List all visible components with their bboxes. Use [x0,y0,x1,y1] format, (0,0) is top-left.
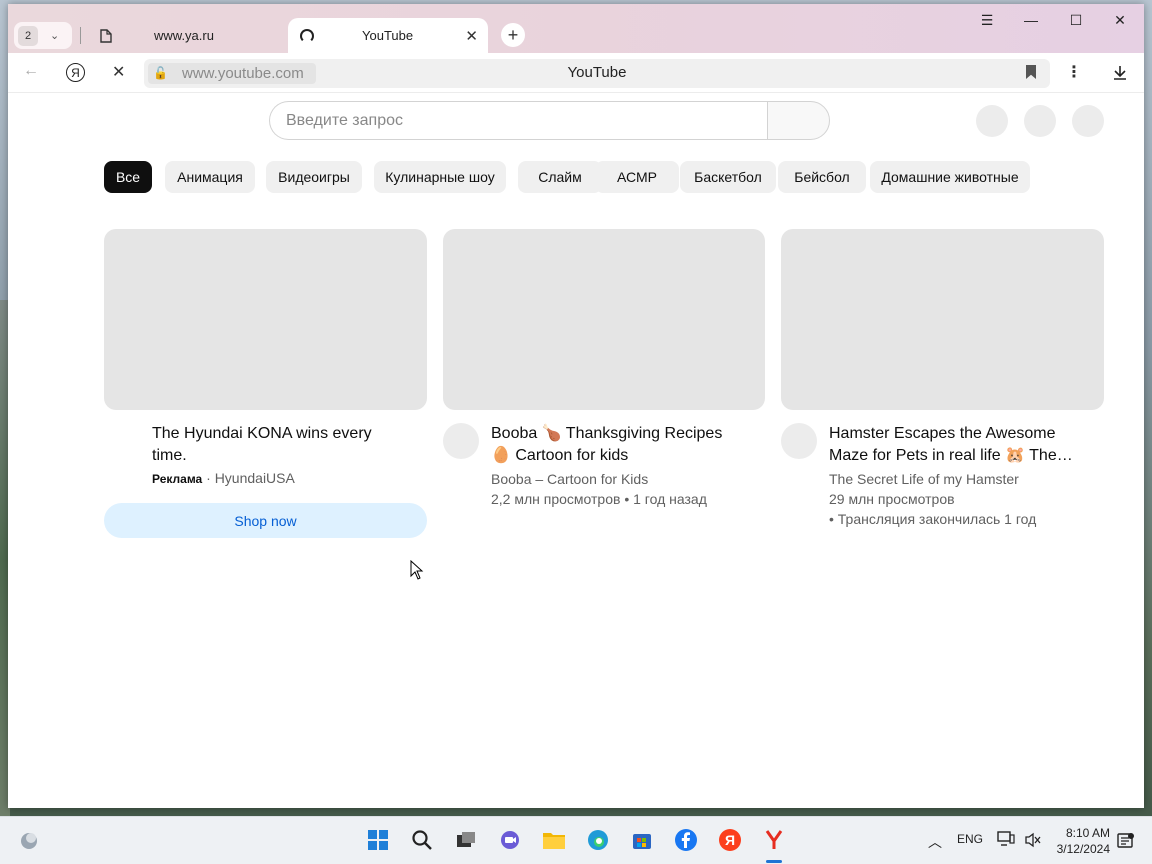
chip-cooking[interactable]: Кулинарные шоу [374,161,506,193]
tab-strip: 2 ⌄ www.ya.ru YouTube ✕ + ☰ — ☐ ✕ [8,4,1144,53]
video-title[interactable]: Hamster Escapes the Awesome Maze for Pet… [829,423,1073,467]
chip-asmr[interactable]: АСМР [595,161,679,193]
edge-icon[interactable] [585,827,611,853]
chevron-up-icon[interactable]: ︿ [928,832,942,852]
language-indicator[interactable]: ENG [957,832,983,846]
tab-label: YouTube [362,28,414,43]
youtube-page: Все Анимация Видеоигры Кулинарные шоу Сл… [8,94,1144,808]
address-bar[interactable]: 🔓 www.youtube.com YouTube [144,59,1050,88]
channel-avatar[interactable] [443,423,479,459]
taskbar: Я ︿ ENG 8:10 AM 3/12/2024 [0,816,1152,864]
chip-videogames[interactable]: Видеоигры [266,161,362,193]
search-box [269,101,769,140]
notifications-icon[interactable] [1117,832,1135,850]
weather-icon[interactable] [16,827,42,853]
video-stats-live: • Трансляция закончилась 1 год [829,511,1037,527]
network-icon[interactable] [997,831,1015,847]
menu-icon[interactable]: ☰ [972,12,1002,29]
channel-avatar[interactable] [781,423,817,459]
stop-loading-icon[interactable]: ✕ [112,62,125,82]
yandex-home-icon[interactable]: Я [66,63,85,82]
tab-count-button[interactable]: 2 ⌄ [14,22,72,49]
clock-date: 3/12/2024 [1056,842,1110,856]
maximize-button[interactable]: ☐ [1061,12,1091,29]
tab-ya[interactable]: www.ya.ru [88,18,288,53]
task-view-icon[interactable] [453,827,479,853]
video-thumbnail[interactable] [443,229,765,410]
video-stats: 2,2 млн просмотров • 1 год назад [491,491,707,507]
search-button[interactable] [767,101,830,140]
video-title[interactable]: Booba 🍗 Thanksgiving Recipes 🥚 Cartoon f… [491,423,722,467]
video-title-line: Hamster Escapes the Awesome [829,425,1056,442]
ad-title-line: The Hyundai KONA wins every [152,425,372,442]
store-icon[interactable] [629,827,655,853]
channel-name[interactable]: Booba – Cartoon for Kids [491,469,648,489]
clock-time: 8:10 AM [1065,826,1110,840]
dot-separator: · [206,470,215,486]
channel-name[interactable]: The Secret Life of my Hamster [829,469,1019,489]
yandex-icon[interactable]: Я [717,827,743,853]
file-explorer-icon[interactable] [541,827,567,853]
video-stats: 29 млн просмотров [829,491,955,507]
search-icon[interactable] [409,827,435,853]
clock[interactable]: 8:10 AM 3/12/2024 [1046,825,1110,857]
chip-basketball[interactable]: Баскетбол [680,161,776,193]
ad-label: Реклама [152,472,203,486]
avatar-placeholder[interactable] [1024,105,1056,137]
avatar-placeholder[interactable] [976,105,1008,137]
tab-count: 2 [18,25,38,46]
windows-start-icon[interactable] [365,827,391,853]
active-app-indicator [766,860,782,863]
page-title: YouTube [567,64,627,81]
svg-text:Я: Я [725,832,735,848]
chip-pets[interactable]: Домашние животные [870,161,1030,193]
tab-divider [80,27,81,44]
tab-label: www.ya.ru [154,28,214,43]
advertiser-name[interactable]: HyundaiUSA [215,470,295,486]
volume-muted-icon[interactable] [1024,832,1042,848]
chips-fade [1038,158,1108,198]
facebook-icon[interactable] [673,827,699,853]
page-icon [100,28,112,43]
search-input[interactable] [270,102,769,139]
avatar-placeholder[interactable] [1072,105,1104,137]
video-thumbnail[interactable] [781,229,1104,410]
ad-meta: Реклама · HyundaiUSA [152,470,295,486]
chip-animation[interactable]: Анимация [165,161,255,193]
chip-baseball[interactable]: Бейсбол [778,161,866,193]
minimize-button[interactable]: — [1016,12,1046,28]
browser-toolbar: ← Я ✕ 🔓 www.youtube.com YouTube ⋮ [8,53,1144,93]
chat-icon[interactable] [497,827,523,853]
tab-youtube[interactable]: YouTube ✕ [288,18,488,53]
back-arrow-icon[interactable]: ← [23,62,39,80]
chevron-down-icon: ⌄ [50,30,60,42]
close-window-button[interactable]: ✕ [1105,12,1135,29]
video-title-line: Maze for Pets in real life 🐹 The… [829,447,1073,464]
close-tab-icon[interactable]: ✕ [465,27,478,45]
video-title-line: 🥚 Cartoon for kids [491,447,629,464]
video-title-line: Booba 🍗 Thanksgiving Recipes [491,425,723,442]
mouse-cursor-icon [410,560,424,580]
chip-slime[interactable]: Слайм [518,161,602,193]
ad-title-line: time. [152,447,187,464]
download-icon[interactable] [1112,65,1128,81]
ad-thumbnail[interactable] [104,229,427,410]
new-tab-button[interactable]: + [501,23,525,47]
browser-window: 2 ⌄ www.ya.ru YouTube ✕ + ☰ — ☐ ✕ ← Я ✕ … [8,4,1144,808]
chip-all[interactable]: Все [104,161,152,193]
more-options-icon[interactable]: ⋮ [1066,62,1082,82]
shop-now-button[interactable]: Shop now [104,503,427,538]
yandex-browser-icon[interactable] [761,827,787,853]
ad-title[interactable]: The Hyundai KONA wins every time. [152,423,372,467]
loading-spinner-icon [300,28,314,43]
